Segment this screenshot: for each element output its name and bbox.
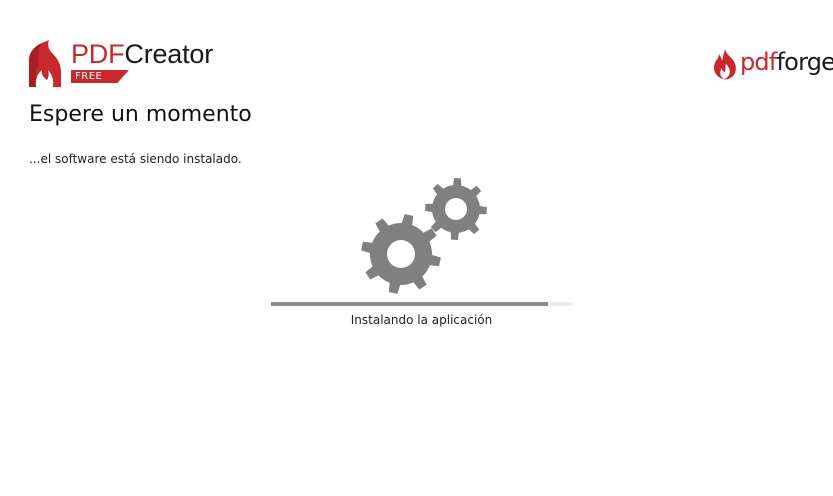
big-gear-hole	[387, 240, 415, 268]
page-subtitle: ...el software está siendo instalado.	[29, 152, 242, 166]
pdfforge-flame-icon	[713, 49, 736, 80]
gears-icon	[361, 178, 487, 294]
installer-window: PDFCreator FREE pdfforge Espere un momen…	[0, 0, 833, 496]
wordmark-pdf: PDF	[71, 39, 125, 69]
pdfforge-logo: pdfforge	[711, 46, 833, 82]
progress-bar-fill	[271, 302, 548, 306]
small-gear-hole	[445, 198, 467, 220]
free-badge: FREE	[71, 70, 129, 83]
small-gear-icon	[425, 178, 487, 240]
pdfforge-wordmark-forge: forge	[776, 48, 833, 76]
pdfforge-wordmark: pdfforge	[740, 48, 833, 76]
progress-bar	[271, 302, 572, 306]
wordmark-creator: Creator	[124, 39, 214, 69]
pdfcreator-wordmark: PDFCreator	[71, 40, 213, 68]
progress-status-text: Instalando la aplicación	[350, 313, 493, 327]
pdfcreator-flame-icon	[29, 40, 61, 87]
large-gear-icon	[361, 214, 441, 294]
pdfforge-wordmark-pdf: pdf	[740, 48, 777, 76]
page-title: Espere un momento	[29, 102, 252, 127]
pdfcreator-logo: PDFCreator FREE	[27, 40, 227, 90]
free-badge-label: FREE	[75, 71, 103, 82]
